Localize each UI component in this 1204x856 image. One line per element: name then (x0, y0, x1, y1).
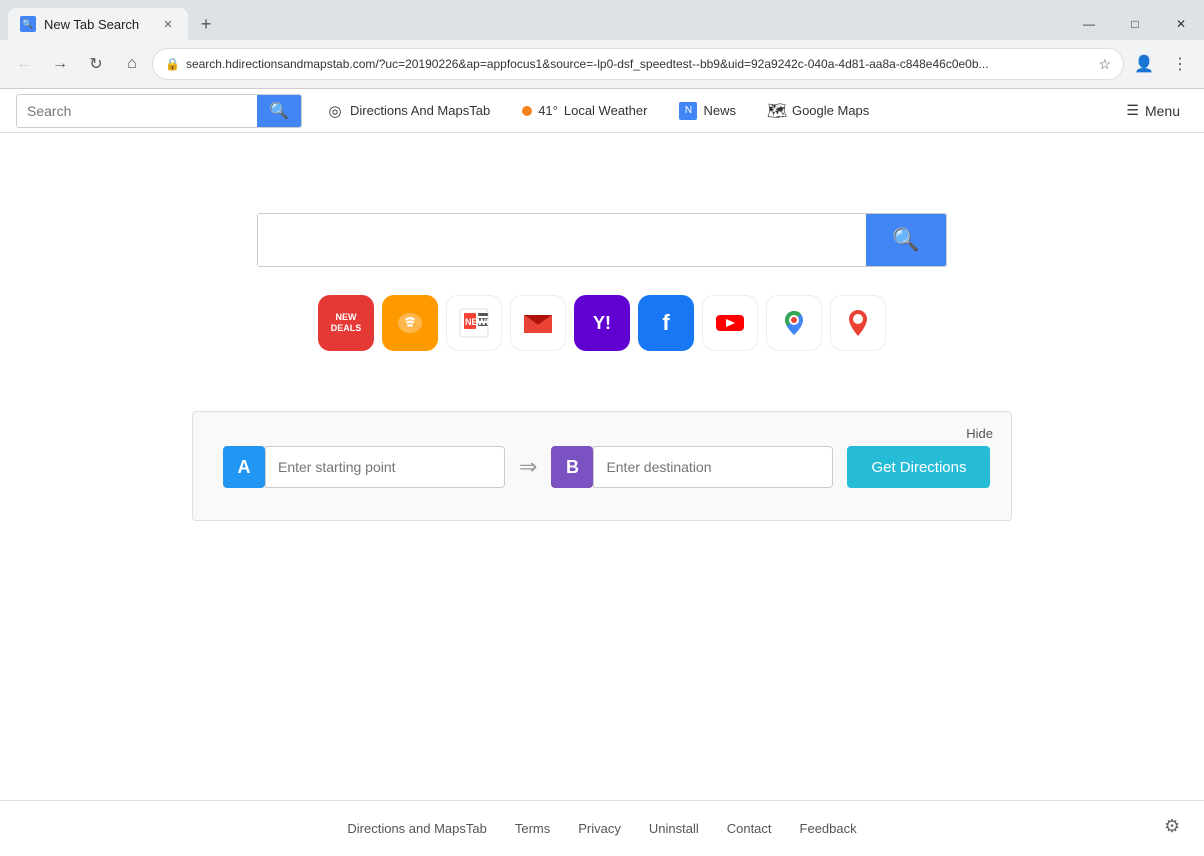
main-search-icon: 🔍 (892, 227, 919, 253)
directions-row: A ⇒ B Get Directions (223, 446, 981, 488)
footer-link-directions[interactable]: Directions and MapsTab (347, 821, 486, 836)
more-button[interactable]: ⋮ (1164, 48, 1196, 80)
news-label: News (703, 103, 736, 118)
compass-icon: ◎ (326, 102, 344, 120)
quick-link-audible[interactable] (382, 295, 438, 351)
weather-label: Local Weather (564, 103, 648, 118)
directions-mapstab-link[interactable]: ◎ Directions And MapsTab (318, 98, 498, 124)
footer-link-uninstall[interactable]: Uninstall (649, 821, 699, 836)
lock-icon: 🔒 (165, 57, 180, 71)
quick-link-facebook[interactable]: f (638, 295, 694, 351)
audible-icon (395, 308, 425, 338)
google-maps-icon (776, 305, 812, 341)
tab-close-button[interactable]: ✕ (160, 16, 176, 32)
quick-link-news-reader[interactable]: NEWS (446, 295, 502, 351)
directions-arrow-icon: ⇒ (519, 454, 537, 480)
hide-button[interactable]: Hide (966, 426, 993, 441)
footer-link-terms[interactable]: Terms (515, 821, 550, 836)
destination-input[interactable] (593, 446, 833, 488)
directions-widget: Hide A ⇒ B Get Directions (192, 411, 1012, 521)
menu-label: Menu (1145, 103, 1180, 119)
gmail-icon (520, 305, 556, 341)
tab-bar: 🔍 New Tab Search ✕ + — □ ✕ (0, 0, 1204, 40)
back-button[interactable]: ← (8, 48, 40, 80)
nav-bar: ← → ↻ ⌂ 🔒 search.hdirectionsandmapstab.c… (0, 40, 1204, 88)
new-tab-button[interactable]: + (192, 10, 220, 38)
weather-dot-icon (522, 106, 532, 116)
refresh-button[interactable]: ↻ (80, 48, 112, 80)
tab-favicon: 🔍 (20, 16, 36, 32)
quick-link-yahoo[interactable]: Y! (574, 295, 630, 351)
main-search-button[interactable]: 🔍 (866, 214, 946, 266)
menu-icon: ☰ (1126, 102, 1139, 119)
forward-button[interactable]: → (44, 48, 76, 80)
weather-temp-label: 41° (538, 103, 558, 118)
tab-title: New Tab Search (44, 17, 152, 32)
address-bar[interactable]: 🔒 search.hdirectionsandmapstab.com/?uc=2… (152, 48, 1124, 80)
footer-link-feedback[interactable]: Feedback (800, 821, 857, 836)
browser-chrome: 🔍 New Tab Search ✕ + — □ ✕ ← → ↻ ⌂ 🔒 sea… (0, 0, 1204, 89)
toolbar: 🔍 ◎ Directions And MapsTab 41° Local Wea… (0, 89, 1204, 133)
svg-text:NEWS: NEWS (465, 317, 492, 327)
google-maps-label: Google Maps (792, 103, 869, 118)
quick-link-google-maps[interactable] (766, 295, 822, 351)
point-a: A (223, 446, 505, 488)
weather-link[interactable]: 41° Local Weather (514, 99, 655, 122)
close-button[interactable]: ✕ (1158, 4, 1204, 44)
news-reader-icon: NEWS (456, 305, 492, 341)
minimize-button[interactable]: — (1066, 4, 1112, 44)
get-directions-button[interactable]: Get Directions (847, 446, 990, 488)
profile-button[interactable]: 👤 (1128, 48, 1160, 80)
settings-icon[interactable]: ⚙ (1164, 816, 1188, 840)
google-maps-link[interactable]: 🗺 Google Maps (760, 98, 877, 124)
active-tab[interactable]: 🔍 New Tab Search ✕ (8, 8, 188, 40)
point-a-label: A (223, 446, 265, 488)
quick-link-youtube[interactable] (702, 295, 758, 351)
news-link[interactable]: N News (671, 98, 744, 124)
home-button[interactable]: ⌂ (116, 48, 148, 80)
google-maps-icon: 🗺 (768, 102, 786, 120)
news-icon: N (679, 102, 697, 120)
footer: Directions and MapsTab Terms Privacy Uni… (0, 800, 1204, 856)
point-b: B (551, 446, 833, 488)
bookmark-icon[interactable]: ☆ (1098, 56, 1111, 73)
quick-link-maps-pin[interactable] (830, 295, 886, 351)
search-icon: 🔍 (269, 101, 289, 121)
footer-link-privacy[interactable]: Privacy (578, 821, 621, 836)
quick-link-new-deals[interactable]: NEWDEALS (318, 295, 374, 351)
directions-link-label: Directions And MapsTab (350, 103, 490, 118)
window-controls: — □ ✕ (1066, 4, 1204, 44)
toolbar-search-box: 🔍 (16, 94, 302, 128)
youtube-icon (712, 305, 748, 341)
footer-link-contact[interactable]: Contact (727, 821, 772, 836)
starting-point-input[interactable] (265, 446, 505, 488)
maps-pin-icon (840, 305, 876, 341)
search-input[interactable] (17, 95, 257, 127)
main-content: 🔍 NEWDEALS NEWS (0, 133, 1204, 521)
maximize-button[interactable]: □ (1112, 4, 1158, 44)
address-text: search.hdirectionsandmapstab.com/?uc=201… (186, 57, 1092, 71)
point-b-label: B (551, 446, 593, 488)
menu-button[interactable]: ☰ Menu (1118, 98, 1188, 123)
main-search-input[interactable] (258, 214, 866, 266)
quick-link-gmail[interactable] (510, 295, 566, 351)
main-search-wrap: 🔍 (257, 213, 947, 267)
quick-links: NEWDEALS NEWS (318, 295, 886, 351)
search-button[interactable]: 🔍 (257, 95, 301, 127)
